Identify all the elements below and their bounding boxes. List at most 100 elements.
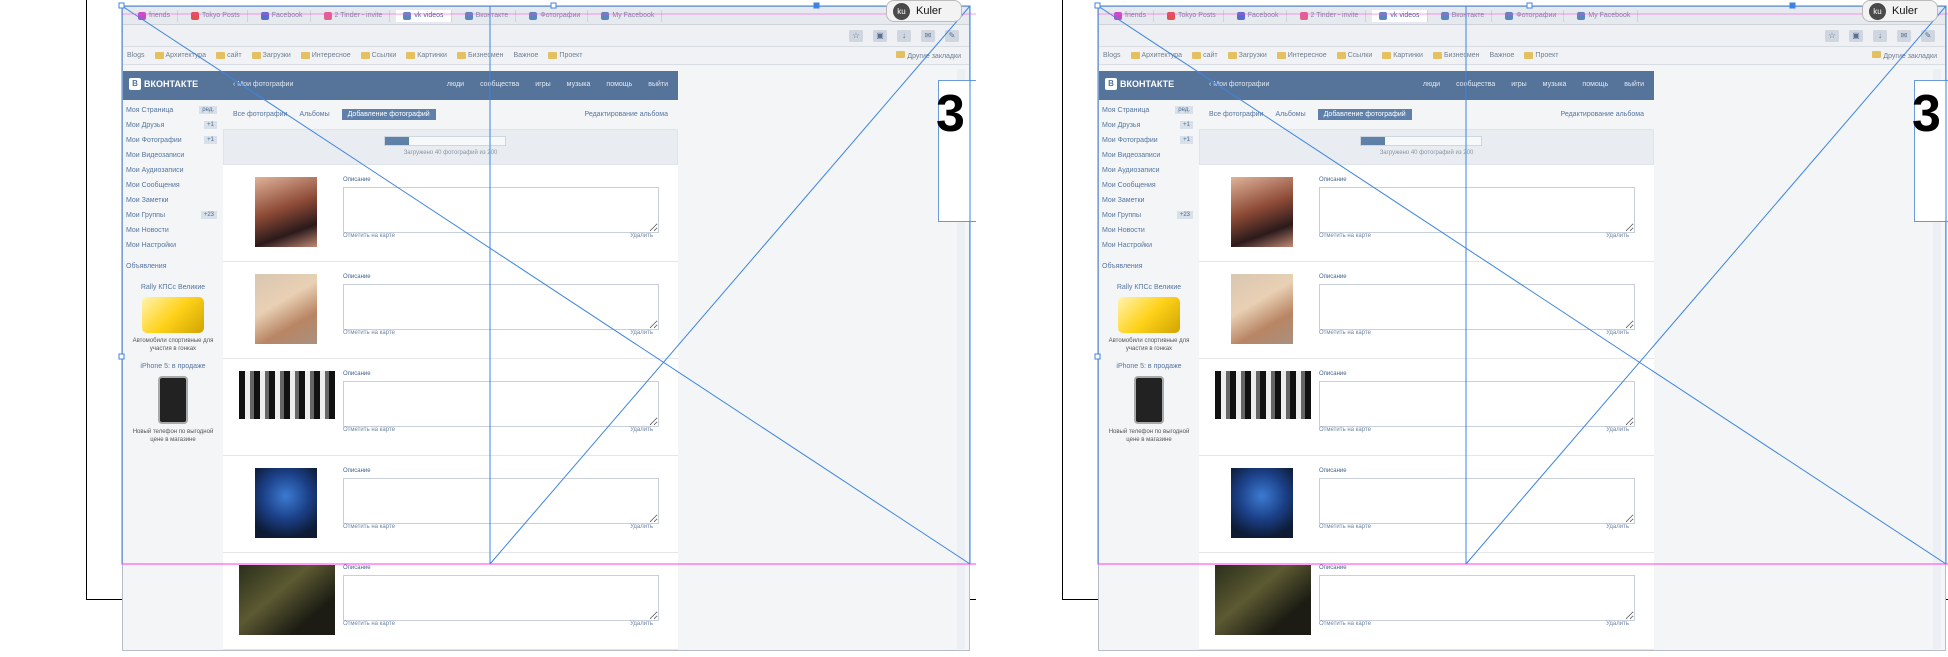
star-icon[interactable]: ☆ — [1825, 29, 1839, 42]
bookmark-item[interactable]: Архитектура — [154, 52, 206, 59]
tab-all-photos[interactable]: Все фотографии — [233, 111, 287, 118]
kuler-button[interactable]: ku Kuler — [1862, 0, 1938, 22]
ad-title[interactable]: iPhone 5: в продаже — [1099, 363, 1199, 370]
ad-title[interactable]: Rally КПСс Великие — [123, 284, 223, 291]
mail-icon[interactable]: ✉ — [1897, 29, 1911, 42]
sidebar-badge[interactable]: +23 — [1176, 211, 1193, 219]
bookmark-item[interactable]: Интересное — [1276, 52, 1327, 59]
sidebar-badge[interactable]: +1 — [204, 121, 217, 129]
photo-thumbnail[interactable] — [1215, 371, 1311, 419]
bookmark-item[interactable]: Проект — [548, 52, 582, 59]
bookmark-item[interactable]: Важное — [1490, 52, 1515, 59]
sidebar-item[interactable]: Мои Фотографии +1 — [123, 133, 223, 148]
delete-link[interactable]: Удалить — [1606, 427, 1629, 433]
sidebar-item[interactable]: Мои Группы +23 — [123, 208, 223, 223]
vk-nav-item[interactable]: люди — [1423, 81, 1440, 88]
sidebar-item[interactable]: Мои Новости — [123, 223, 223, 238]
browser-tab[interactable]: Фотографии — [522, 9, 589, 22]
bookmark-item[interactable]: Загрузки — [251, 52, 291, 59]
vk-nav-item[interactable]: выйти — [1624, 81, 1644, 88]
place-link[interactable]: Отметить на карте — [343, 427, 395, 433]
delete-link[interactable]: Удалить — [1606, 621, 1629, 627]
photo-thumbnail[interactable] — [255, 274, 317, 344]
photo-thumbnail[interactable] — [1231, 468, 1293, 538]
bookmark-item[interactable]: Проект — [1524, 52, 1558, 59]
other-bookmarks[interactable]: Другие закладки — [1872, 51, 1937, 60]
description-input[interactable] — [1319, 478, 1635, 524]
vk-nav-item[interactable]: игры — [535, 81, 550, 88]
tab-albums[interactable]: Альбомы — [299, 111, 329, 118]
description-input[interactable] — [1319, 575, 1635, 621]
vk-nav-item[interactable]: помощь — [1582, 81, 1608, 88]
photo-thumbnail[interactable] — [1215, 565, 1311, 635]
sidebar-item[interactable]: Мои Сообщения — [1099, 178, 1199, 193]
other-bookmarks[interactable]: Другие закладки — [896, 51, 961, 60]
sidebar-item[interactable]: Мои Фотографии +1 — [1099, 133, 1199, 148]
browser-tab-active[interactable]: vk videos — [396, 9, 452, 22]
place-link[interactable]: Отметить на карте — [343, 524, 395, 530]
bookmark-item[interactable]: Ссылки — [360, 52, 396, 59]
browser-tab-active[interactable]: vk videos — [1372, 9, 1428, 22]
photo-thumbnail[interactable] — [255, 177, 317, 247]
delete-link[interactable]: Удалить — [630, 524, 653, 530]
sidebar-item[interactable]: Мои Аудиозаписи — [123, 163, 223, 178]
browser-tab[interactable]: Tokyo Posts — [184, 9, 248, 22]
sidebar-item[interactable]: Мои Сообщения — [123, 178, 223, 193]
bookmark-item[interactable]: Blogs — [1103, 52, 1121, 59]
bookmark-item[interactable]: сайт — [216, 52, 242, 59]
browser-tab[interactable]: 2 Tinder - invite — [1293, 9, 1367, 22]
bookmark-item[interactable]: Загрузки — [1227, 52, 1267, 59]
browser-tab[interactable]: friends — [131, 9, 179, 22]
place-link[interactable]: Отметить на карте — [343, 621, 395, 627]
description-input[interactable] — [1319, 284, 1635, 330]
sidebar-item[interactable]: Мои Видеозаписи — [1099, 148, 1199, 163]
bookmark-item[interactable]: сайт — [1192, 52, 1218, 59]
sidebar-item[interactable]: Мои Друзья +1 — [1099, 118, 1199, 133]
photo-thumbnail[interactable] — [1231, 274, 1293, 344]
delete-link[interactable]: Удалить — [1606, 330, 1629, 336]
sidebar-badge[interactable]: +1 — [1180, 136, 1193, 144]
vk-nav-item[interactable]: помощь — [606, 81, 632, 88]
vk-nav-item[interactable]: игры — [1511, 81, 1526, 88]
edit-album-link[interactable]: Редактирование альбома — [584, 111, 668, 118]
sidebar-item[interactable]: Мои Видеозаписи — [123, 148, 223, 163]
description-input[interactable] — [343, 187, 659, 233]
bookmark-item[interactable]: Blogs — [127, 52, 145, 59]
download-icon[interactable]: ↓ — [1873, 29, 1887, 42]
sidebar-item[interactable]: Моя Страница ред. — [123, 103, 223, 118]
sidebar-item[interactable]: Объявления — [1099, 259, 1199, 274]
sidebar-badge[interactable]: ред. — [199, 106, 217, 114]
delete-link[interactable]: Удалить — [630, 621, 653, 627]
ad-phone-image[interactable] — [1134, 376, 1164, 424]
tab-add-photos[interactable]: Добавление фотографий — [341, 108, 436, 120]
sidebar-item[interactable]: Мои Группы +23 — [1099, 208, 1199, 223]
sidebar-item[interactable]: Мои Друзья +1 — [123, 118, 223, 133]
vk-nav-item[interactable]: люди — [447, 81, 464, 88]
photo-thumbnail[interactable] — [239, 371, 335, 419]
vk-logo[interactable]: В ВКОНТАКТЕ — [129, 78, 198, 90]
vk-nav-item[interactable]: сообщества — [1456, 81, 1495, 88]
place-link[interactable]: Отметить на карте — [1319, 621, 1371, 627]
sidebar-item[interactable]: Мои Аудиозаписи — [1099, 163, 1199, 178]
bookmark-item[interactable]: Бизнесмен — [456, 52, 504, 59]
kuler-button[interactable]: ku Kuler — [886, 0, 962, 22]
description-input[interactable] — [343, 381, 659, 427]
place-link[interactable]: Отметить на карте — [1319, 233, 1371, 239]
browser-tab[interactable]: friends — [1107, 9, 1155, 22]
photo-thumbnail[interactable] — [1231, 177, 1293, 247]
description-input[interactable] — [343, 575, 659, 621]
place-link[interactable]: Отметить на карте — [1319, 427, 1371, 433]
tab-albums[interactable]: Альбомы — [1275, 111, 1305, 118]
bookmark-item[interactable]: Бизнесмен — [1432, 52, 1480, 59]
place-link[interactable]: Отметить на карте — [1319, 524, 1371, 530]
wrench-icon[interactable]: ✎ — [1921, 29, 1935, 42]
bookmark-item[interactable]: Картинки — [406, 52, 447, 59]
sidebar-badge[interactable]: +1 — [204, 136, 217, 144]
place-link[interactable]: Отметить на карте — [343, 330, 395, 336]
sidebar-item[interactable]: Моя Страница ред. — [1099, 103, 1199, 118]
vk-nav-item[interactable]: выйти — [648, 81, 668, 88]
ad-car-image[interactable] — [1118, 297, 1180, 333]
description-input[interactable] — [343, 284, 659, 330]
mail-icon[interactable]: ✉ — [921, 29, 935, 42]
sidebar-item[interactable]: Мои Заметки — [123, 193, 223, 208]
